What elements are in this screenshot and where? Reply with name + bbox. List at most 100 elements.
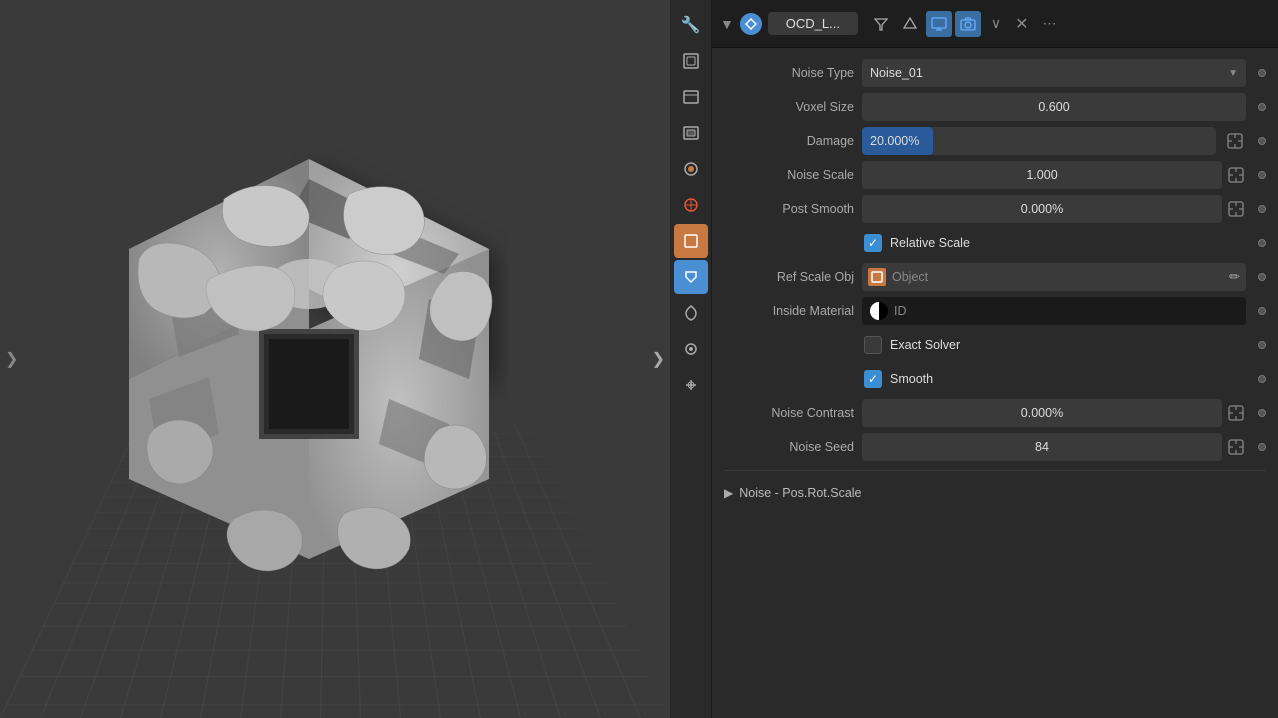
3d-object-cube [49, 99, 569, 619]
voxel-size-field-wrap: 0.600 [862, 93, 1246, 121]
noise-seed-row: Noise Seed 84 [724, 432, 1266, 462]
header-icon-group [868, 11, 981, 37]
exact-solver-label: Exact Solver [890, 338, 960, 352]
noise-scale-row: Noise Scale 1.000 [724, 160, 1266, 190]
header-object-name[interactable]: OCD_L... [768, 12, 858, 35]
relative-scale-label: Relative Scale [890, 236, 970, 250]
damage-value: 20.000% [862, 134, 919, 148]
noise-contrast-field[interactable]: 0.000% [862, 399, 1222, 427]
inside-material-row: Inside Material ID [724, 296, 1266, 326]
inside-material-label: Inside Material [724, 304, 854, 318]
noise-scale-label: Noise Scale [724, 168, 854, 182]
exact-solver-dot[interactable] [1258, 341, 1266, 349]
header-chevron-icon[interactable]: ∨ [987, 11, 1005, 36]
3d-viewport[interactable]: ❯ ❯ [0, 0, 670, 718]
inside-material-value: ID [894, 304, 907, 318]
noise-contrast-row: Noise Contrast 0.000% [724, 398, 1266, 428]
noise-scale-field-wrap: 1.000 [862, 161, 1246, 189]
relative-scale-row: ✓ Relative Scale [724, 228, 1266, 258]
viewport-collapse-button[interactable]: ❯ [652, 349, 665, 369]
noise-type-field[interactable]: Noise_01 ▼ [862, 59, 1246, 87]
header-modifier-icon [740, 13, 762, 35]
sidebar-icon-modifier[interactable] [674, 260, 708, 294]
noise-scale-crosshair-icon[interactable] [1226, 165, 1246, 185]
noise-pos-rot-scale-label: Noise - Pos.Rot.Scale [739, 486, 861, 500]
post-smooth-field-wrap: 0.000% [862, 195, 1246, 223]
sidebar-icon-scene[interactable] [674, 44, 708, 78]
exact-solver-checkbox[interactable] [864, 336, 882, 354]
post-smooth-row: Post Smooth 0.000% [724, 194, 1266, 224]
header-more-button[interactable]: ⋯ [1039, 11, 1061, 36]
sidebar-icon-physics[interactable] [674, 332, 708, 366]
voxel-size-row: Voxel Size 0.600 [724, 92, 1266, 122]
damage-dot[interactable] [1258, 137, 1266, 145]
noise-type-dropdown-arrow: ▼ [1228, 68, 1238, 79]
voxel-size-label: Voxel Size [724, 100, 854, 114]
damage-label: Damage [724, 134, 854, 148]
noise-contrast-crosshair-icon[interactable] [1226, 403, 1246, 423]
sidebar: 🔧 [670, 0, 712, 718]
sidebar-icon-paint[interactable] [674, 152, 708, 186]
sidebar-icon-object[interactable] [674, 224, 708, 258]
ref-scale-obj-dot[interactable] [1258, 273, 1266, 281]
relative-scale-checkbox[interactable]: ✓ [864, 234, 882, 252]
post-smooth-field[interactable]: 0.000% [862, 195, 1222, 223]
smooth-row: ✓ Smooth [724, 364, 1266, 394]
sidebar-icon-world[interactable] [674, 188, 708, 222]
post-smooth-dot[interactable] [1258, 205, 1266, 213]
sidebar-icon-output[interactable] [674, 116, 708, 150]
noise-pos-rot-scale-arrow: ▶ [724, 486, 733, 500]
material-sphere-icon [870, 302, 888, 320]
sidebar-icon-render[interactable] [674, 80, 708, 114]
sidebar-icon-constraints[interactable] [674, 368, 708, 402]
noise-pos-rot-scale-row[interactable]: ▶ Noise - Pos.Rot.Scale [724, 479, 1266, 507]
noise-contrast-dot[interactable] [1258, 409, 1266, 417]
relative-scale-dot[interactable] [1258, 239, 1266, 247]
smooth-dot[interactable] [1258, 375, 1266, 383]
noise-seed-field[interactable]: 84 [862, 433, 1222, 461]
viewport-expand-arrow[interactable]: ❯ [5, 349, 18, 369]
header-close-button[interactable]: ✕ [1011, 10, 1032, 38]
noise-seed-crosshair-icon[interactable] [1226, 437, 1246, 457]
damage-field[interactable]: 20.000% [862, 127, 1216, 155]
ref-scale-obj-label: Ref Scale Obj [724, 270, 854, 284]
ref-scale-obj-field[interactable]: Object ✏ [862, 263, 1246, 291]
noise-type-dot[interactable] [1258, 69, 1266, 77]
noise-type-label: Noise Type [724, 66, 854, 80]
ref-object-icon [868, 268, 886, 286]
noise-seed-label: Noise Seed [724, 440, 854, 454]
post-smooth-label: Post Smooth [724, 202, 854, 216]
properties-panel: ▼ OCD_L... [712, 0, 1278, 718]
damage-row: Damage 20.000% [724, 126, 1266, 156]
header-dropdown-arrow[interactable]: ▼ [720, 16, 734, 32]
noise-seed-field-wrap: 84 [862, 433, 1246, 461]
header-camera-icon[interactable] [955, 11, 981, 37]
noise-contrast-field-wrap: 0.000% [862, 399, 1246, 427]
noise-seed-dot[interactable] [1258, 443, 1266, 451]
smooth-checkbox[interactable]: ✓ [864, 370, 882, 388]
noise-type-value: Noise_01 [870, 66, 923, 80]
post-smooth-crosshair-icon[interactable] [1226, 199, 1246, 219]
header-filter-icon[interactable] [868, 11, 894, 37]
smooth-label: Smooth [890, 372, 933, 386]
divider [724, 470, 1266, 471]
panel-header: ▼ OCD_L... [712, 0, 1278, 48]
eyedropper-icon[interactable]: ✏ [1229, 269, 1240, 285]
noise-type-row: Noise Type Noise_01 ▼ [724, 58, 1266, 88]
ref-scale-obj-value: Object [892, 270, 928, 284]
noise-scale-dot[interactable] [1258, 171, 1266, 179]
voxel-size-dot[interactable] [1258, 103, 1266, 111]
exact-solver-row: Exact Solver [724, 330, 1266, 360]
ref-scale-obj-row: Ref Scale Obj Object ✏ [724, 262, 1266, 292]
damage-crosshair-icon[interactable] [1224, 130, 1246, 152]
header-vertex-icon[interactable] [897, 11, 923, 37]
sidebar-icon-particles[interactable] [674, 296, 708, 330]
inside-material-field[interactable]: ID [862, 297, 1246, 325]
header-display-icon[interactable] [926, 11, 952, 37]
voxel-size-field[interactable]: 0.600 [862, 93, 1246, 121]
noise-scale-field[interactable]: 1.000 [862, 161, 1222, 189]
inside-material-dot[interactable] [1258, 307, 1266, 315]
sidebar-icon-tools[interactable]: 🔧 [674, 8, 708, 42]
noise-contrast-label: Noise Contrast [724, 406, 854, 420]
properties-content: Noise Type Noise_01 ▼ Voxel Size 0.600 D… [712, 48, 1278, 517]
